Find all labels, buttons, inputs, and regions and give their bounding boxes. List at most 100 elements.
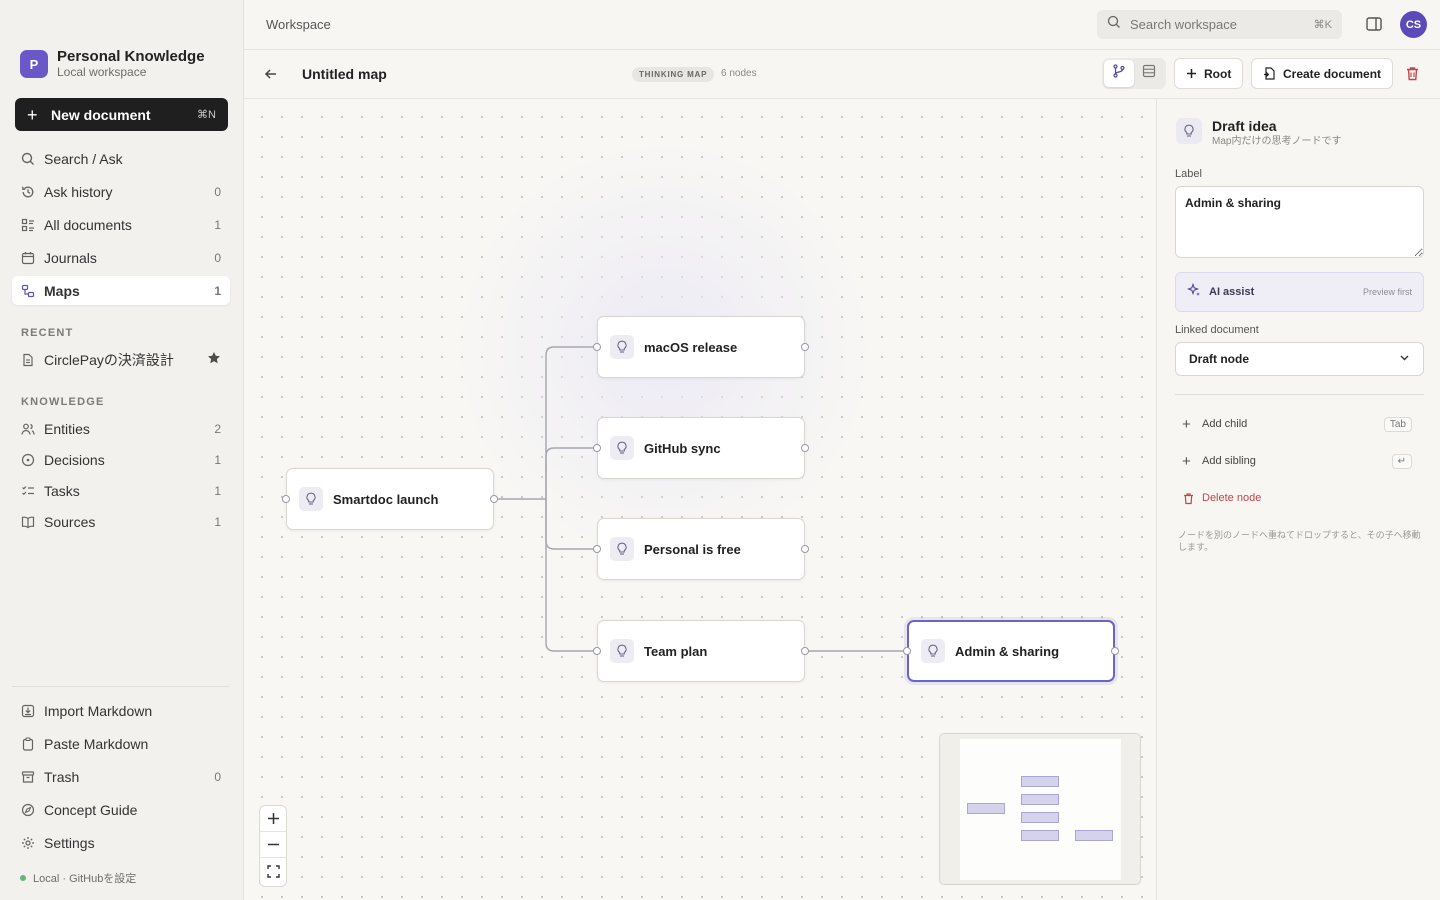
document-icon: [21, 353, 35, 367]
view-toggle: [1102, 58, 1166, 89]
nav-sources[interactable]: Sources 1: [12, 507, 230, 536]
book-icon: [21, 515, 35, 529]
map-node[interactable]: macOS release: [593, 316, 809, 378]
ai-assist-hint: Preview first: [1362, 287, 1412, 297]
node-handle-right[interactable]: [801, 545, 809, 553]
linked-document-select[interactable]: Draft node: [1175, 342, 1424, 376]
list-view-button[interactable]: [1134, 60, 1164, 87]
fit-view-button[interactable]: [260, 858, 286, 884]
inspector-divider: [1175, 394, 1424, 395]
delete-map-icon[interactable]: [1404, 65, 1421, 82]
user-avatar[interactable]: CS: [1400, 11, 1427, 38]
nav-decisions[interactable]: Decisions 1: [12, 445, 230, 474]
node-handle-right[interactable]: [801, 444, 809, 452]
label-field[interactable]: Admin & sharing: [1175, 186, 1424, 258]
nav-label: Settings: [44, 834, 95, 851]
history-icon: [21, 185, 35, 199]
nav-ask-history[interactable]: Ask history 0: [12, 177, 230, 206]
nav-settings[interactable]: Settings: [12, 828, 230, 857]
node-handle-right[interactable]: [490, 495, 498, 503]
trash-icon: [1182, 492, 1196, 505]
star-icon[interactable]: [207, 351, 221, 368]
nav-paste-markdown[interactable]: Paste Markdown: [12, 729, 230, 758]
knowledge-heading: KNOWLEDGE: [21, 396, 105, 408]
nav-count: 0: [214, 769, 221, 784]
create-document-label: Create document: [1283, 66, 1382, 81]
add-sibling-shortcut: ↵: [1391, 453, 1412, 469]
new-document-button[interactable]: + New document ⌘N: [15, 98, 228, 131]
sidebar: P Personal Knowledge Local workspace + N…: [0, 0, 244, 900]
add-child-button[interactable]: + Add child Tab: [1175, 412, 1419, 436]
lightbulb-icon: [610, 335, 634, 359]
map-title[interactable]: Untitled map: [302, 66, 387, 82]
tree-view-button[interactable]: [1104, 60, 1134, 87]
node-handle-right[interactable]: [801, 647, 809, 655]
add-child-label: Add child: [1202, 418, 1248, 430]
add-sibling-button[interactable]: + Add sibling ↵: [1175, 449, 1419, 473]
node-handle-left[interactable]: [593, 647, 601, 655]
nav-label: Tasks: [44, 482, 80, 499]
nav-journals[interactable]: Journals 0: [12, 243, 230, 272]
nav-count: 2: [214, 421, 221, 436]
map-node[interactable]: GitHub sync: [593, 417, 809, 479]
node-handle-left[interactable]: [903, 647, 911, 655]
node-label: Personal is free: [644, 541, 741, 557]
recent-item[interactable]: CirclePayの決済設計: [12, 345, 230, 374]
add-root-button[interactable]: Root: [1174, 58, 1244, 89]
zoom-in-button[interactable]: [260, 806, 286, 832]
sparkle-icon: [1186, 282, 1201, 302]
zoom-out-button[interactable]: [260, 832, 286, 858]
panel-toggle-icon[interactable]: [1365, 15, 1383, 33]
node-handle-left[interactable]: [593, 343, 601, 351]
search-input[interactable]: [1130, 17, 1314, 32]
minimap[interactable]: [939, 733, 1141, 885]
nav-label: Search / Ask: [44, 150, 123, 167]
recent-item-label: CirclePayの決済設計: [44, 351, 174, 368]
map-node[interactable]: Smartdoc launch: [282, 468, 498, 530]
nav-label: Maps: [44, 282, 80, 299]
label-caption: Label: [1175, 168, 1202, 180]
sync-status[interactable]: Local · GitHubを設定: [20, 870, 136, 886]
nav-trash[interactable]: Trash 0: [12, 762, 230, 791]
map-node[interactable]: Personal is free: [593, 518, 809, 580]
nav-concept-guide[interactable]: Concept Guide: [12, 795, 230, 824]
nav-search-ask[interactable]: Search / Ask: [12, 144, 230, 173]
nav-all-documents[interactable]: All documents 1: [12, 210, 230, 239]
map-node[interactable]: Team plan: [593, 620, 809, 682]
inspector-title: Draft idea: [1212, 118, 1277, 134]
delete-node-button[interactable]: Delete node: [1175, 486, 1419, 510]
new-document-label: New document: [51, 106, 151, 123]
node-handle-left[interactable]: [282, 495, 290, 503]
map-canvas[interactable]: Smartdoc launch macOS release GitHub syn…: [244, 99, 1156, 900]
create-document-button[interactable]: Create document: [1251, 58, 1394, 89]
node-handle-left[interactable]: [593, 545, 601, 553]
node-handle-right[interactable]: [1111, 647, 1119, 655]
ai-assist-button[interactable]: AI assist Preview first: [1175, 272, 1424, 312]
import-icon: [21, 704, 35, 718]
nav-count: 1: [214, 514, 221, 529]
workspace-subtitle: Local workspace: [57, 65, 147, 79]
nav-label: Sources: [44, 513, 96, 530]
search-box[interactable]: ⌘K: [1097, 10, 1342, 39]
people-icon: [21, 422, 35, 436]
nav-maps[interactable]: Maps 1: [12, 276, 230, 305]
back-arrow-icon[interactable]: [263, 66, 279, 82]
minimap-node: [1021, 812, 1059, 823]
map-node-selected[interactable]: Admin & sharing: [903, 620, 1119, 682]
nav-tasks[interactable]: Tasks 1: [12, 476, 230, 505]
workspace-switcher[interactable]: P Personal Knowledge Local workspace: [20, 48, 205, 80]
lightbulb-icon: [921, 639, 945, 663]
status-dot: [20, 875, 26, 881]
nav-count: 1: [214, 452, 221, 467]
node-handle-left[interactable]: [593, 444, 601, 452]
list-icon: [1142, 64, 1156, 83]
ai-assist-label: AI assist: [1209, 286, 1255, 298]
map-icon: [21, 284, 35, 298]
nav-import-markdown[interactable]: Import Markdown: [12, 696, 230, 725]
nav-label: Trash: [44, 768, 80, 785]
minimap-node: [1075, 830, 1113, 841]
nav-entities[interactable]: Entities 2: [12, 414, 230, 443]
breadcrumb[interactable]: Workspace: [266, 17, 331, 32]
edge: [545, 499, 596, 550]
node-handle-right[interactable]: [801, 343, 809, 351]
